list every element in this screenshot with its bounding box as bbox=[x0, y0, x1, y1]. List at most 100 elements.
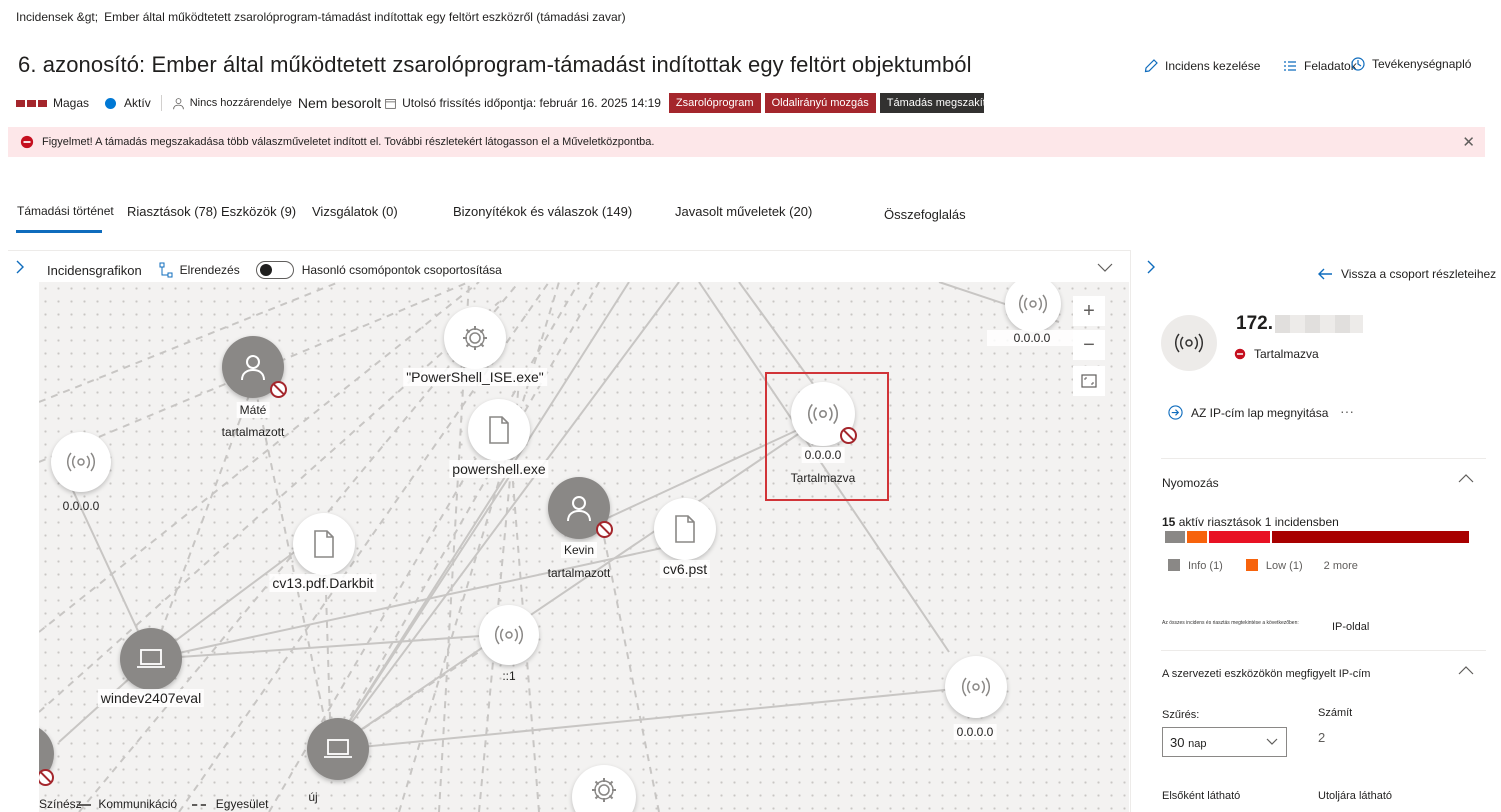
incident-meta: Magas Aktív Nincs hozzárendelye Nem beso… bbox=[16, 92, 984, 114]
severity-icon bbox=[16, 99, 47, 107]
severity-bar-high bbox=[1272, 531, 1469, 543]
device-label: új bbox=[308, 790, 318, 804]
chevron-up-icon[interactable] bbox=[1458, 665, 1474, 675]
manage-incident-label: Incidens kezelése bbox=[1165, 59, 1261, 73]
tab-evidence[interactable]: Bizonyítékok és válaszok (149) bbox=[453, 204, 632, 219]
tasks-label: Feladatok bbox=[1304, 59, 1357, 73]
tag-lateral-movement: Oldalirányú mozgás bbox=[764, 93, 876, 113]
ip-address-title: 172. bbox=[1236, 313, 1363, 335]
close-icon[interactable]: ✕ bbox=[1462, 133, 1475, 151]
user-name-label: Kevin bbox=[560, 542, 598, 558]
back-label: Vissza a csoport részleteihez bbox=[1341, 267, 1497, 281]
legend-communication: Kommunikáció bbox=[98, 797, 178, 811]
ip-label: 0.0.0.0 bbox=[62, 499, 100, 513]
ip-node-localhost[interactable] bbox=[479, 605, 539, 665]
redacted-block bbox=[1274, 315, 1363, 333]
count-label: Számít bbox=[1318, 707, 1353, 719]
legend-more[interactable]: 2 more bbox=[1324, 560, 1358, 572]
blocked-icon bbox=[596, 521, 613, 538]
ip-address-text: 172. bbox=[1236, 313, 1273, 334]
zoom-out-button[interactable]: − bbox=[1073, 330, 1105, 360]
more-options-button[interactable]: ··· bbox=[1340, 403, 1354, 419]
date-range-unit: nap bbox=[1188, 738, 1207, 750]
fit-screen-icon bbox=[1081, 374, 1097, 388]
activity-log-button[interactable]: Tevékenységnapló bbox=[1350, 56, 1471, 72]
file-node-cv6[interactable] bbox=[654, 498, 716, 560]
breadcrumb-current: Ember által működtetett zsarolóprogram-t… bbox=[104, 10, 626, 24]
observed-heading: A szervezeti eszközökön megfigyelt IP-cí… bbox=[1162, 668, 1371, 680]
tab-recommended-actions[interactable]: Javasolt műveletek (20) bbox=[675, 204, 812, 219]
first-seen-label: Elsőként látható bbox=[1162, 790, 1241, 802]
tab-alerts[interactable]: Riasztások (78) bbox=[127, 204, 217, 219]
arrow-left-icon bbox=[1318, 268, 1332, 280]
device-node-new[interactable] bbox=[307, 718, 369, 780]
classification-text[interactable]: Nem besorolt bbox=[298, 95, 381, 111]
footnote-text: Az összes incidens és riasztás megtekint… bbox=[1162, 620, 1299, 626]
group-nodes-toggle[interactable] bbox=[255, 261, 294, 279]
legend-low: Low (1) bbox=[1265, 560, 1303, 572]
gear-icon bbox=[592, 778, 616, 802]
open-ip-page-link[interactable]: AZ IP-cím lap megnyitása bbox=[1168, 405, 1328, 420]
person-icon bbox=[567, 496, 591, 522]
chevron-right-icon[interactable] bbox=[14, 260, 26, 274]
tasks-button[interactable]: Feladatok bbox=[1282, 58, 1357, 74]
tab-investigations[interactable]: Vizsgálatok (0) bbox=[312, 204, 398, 219]
last-seen-label: Utoljára látható bbox=[1318, 790, 1392, 802]
file-icon bbox=[675, 515, 695, 543]
broadcast-icon bbox=[962, 677, 990, 697]
file-icon bbox=[489, 416, 509, 444]
tab-summary[interactable]: Összefoglalás bbox=[884, 207, 966, 222]
zoom-in-button[interactable]: + bbox=[1073, 296, 1105, 326]
file-icon bbox=[314, 530, 334, 558]
active-alerts-count: 15 bbox=[1162, 515, 1176, 529]
breadcrumb-root[interactable]: Incidensek &gt; bbox=[16, 10, 98, 24]
person-icon bbox=[172, 97, 184, 109]
date-range-select[interactable]: 30 nap bbox=[1162, 727, 1287, 757]
process-label: "PowerShell_ISE.exe" bbox=[403, 368, 547, 386]
severity-bar-info bbox=[1165, 531, 1185, 543]
back-to-group-link[interactable]: Vissza a csoport részleteihez bbox=[1317, 267, 1496, 281]
ip-node-right[interactable] bbox=[945, 656, 1007, 718]
legend-color: Színész bbox=[39, 797, 82, 811]
graph-header: Incidensgrafikon Elrendezés Hasonló csom… bbox=[39, 258, 1129, 282]
contained-text: Tartalmazva bbox=[1254, 347, 1319, 361]
chevron-down-icon bbox=[1266, 738, 1278, 745]
divider bbox=[160, 95, 162, 111]
device-node-windev[interactable] bbox=[120, 628, 182, 690]
active-alerts-text: aktív riasztások 1 incidensben bbox=[1178, 515, 1339, 529]
layout-button[interactable]: Elrendezés bbox=[158, 262, 240, 278]
file-label: powershell.exe bbox=[449, 460, 549, 478]
severity-text: Magas bbox=[53, 96, 90, 110]
assignee-text[interactable]: Nincs hozzárendelye bbox=[190, 97, 292, 109]
file-node-powershell[interactable] bbox=[468, 399, 530, 461]
legend-info: Info (1) bbox=[1188, 560, 1223, 572]
tab-attack-story[interactable]: Támadási történet bbox=[17, 204, 114, 218]
divider bbox=[1161, 650, 1486, 651]
blocked-circle-icon bbox=[1234, 348, 1246, 360]
laptop-icon bbox=[137, 649, 165, 668]
person-icon bbox=[241, 355, 265, 381]
tag-ransomware: Zsarolóprogram bbox=[668, 93, 761, 113]
pencil-icon bbox=[1144, 59, 1158, 73]
file-node-cv13[interactable] bbox=[293, 513, 355, 575]
ip-node-left[interactable] bbox=[51, 432, 111, 492]
calendar-icon bbox=[385, 98, 396, 109]
active-tab-indicator bbox=[16, 230, 102, 233]
incident-graph-canvas[interactable]: 0.0.0.0 Máté tartalmazott "PowerShell_IS… bbox=[39, 282, 1129, 812]
severity-bar-medium bbox=[1209, 531, 1270, 543]
chevron-down-icon[interactable] bbox=[1097, 263, 1113, 273]
process-node-powershell-ise[interactable] bbox=[444, 307, 506, 369]
manage-incident-button[interactable]: Incidens kezelése bbox=[1143, 58, 1260, 74]
chevron-up-icon[interactable] bbox=[1458, 473, 1474, 483]
ip-page-link[interactable]: IP-oldal bbox=[1332, 621, 1369, 633]
status-text: Aktív bbox=[124, 96, 151, 110]
chevron-right-icon[interactable] bbox=[1145, 260, 1157, 274]
ip-label: 0.0.0.0 bbox=[953, 724, 997, 740]
count-value: 2 bbox=[1318, 730, 1326, 745]
user-status-label: tartalmazott bbox=[221, 425, 285, 439]
divider bbox=[1161, 458, 1486, 459]
warning-banner: Figyelmet! A támadás megszakadása több v… bbox=[8, 127, 1485, 157]
ip-label: 0.0.0.0 bbox=[987, 330, 1077, 346]
fit-to-screen-button[interactable] bbox=[1073, 366, 1105, 396]
tab-assets[interactable]: Eszközök (9) bbox=[221, 204, 296, 219]
